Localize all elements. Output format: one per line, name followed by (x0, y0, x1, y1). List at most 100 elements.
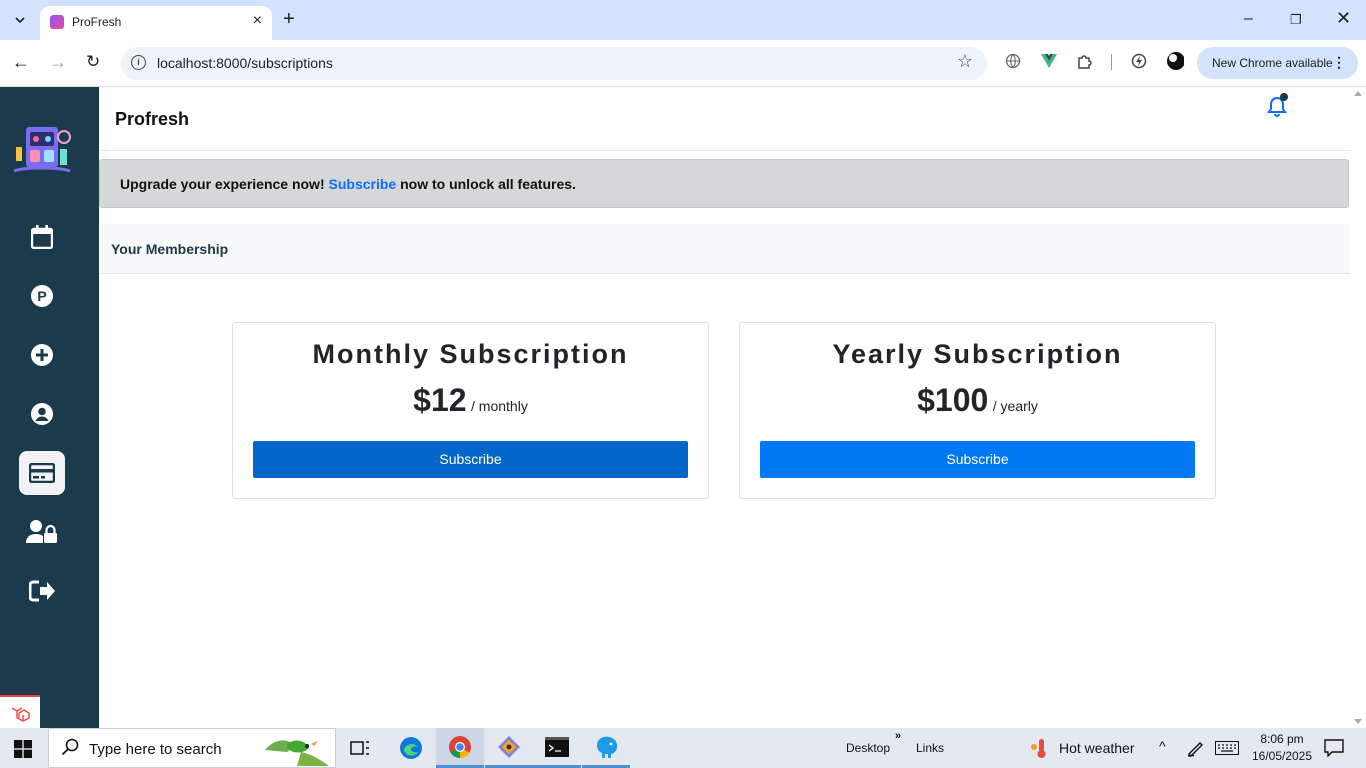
price-amount: $12 (413, 382, 467, 418)
toolbar-expand-chevron-icon[interactable]: » (895, 730, 901, 742)
price-period: / monthly (471, 398, 528, 414)
laravel-debug-tab[interactable] (0, 695, 40, 728)
logout-icon (29, 580, 55, 602)
plan-card-monthly: Monthly Subscription $12 / monthly Subsc… (232, 322, 709, 499)
pen-icon[interactable] (1186, 739, 1204, 757)
plan-price: $12 / monthly (233, 382, 708, 419)
desktop-toolbar-label[interactable]: Desktop (846, 741, 890, 755)
price-amount: $100 (917, 382, 989, 418)
chevron-down-icon (15, 17, 25, 23)
sidebar-item-security[interactable] (19, 510, 65, 554)
chrome-update-button[interactable]: New Chrome available ⋮ (1197, 47, 1358, 79)
scroll-down-arrow-icon[interactable] (1354, 719, 1362, 724)
plan-card-yearly: Yearly Subscription $100 / yearly Subscr… (739, 322, 1216, 499)
restore-button[interactable]: ❐ (1290, 12, 1302, 28)
subscribe-yearly-button[interactable]: Subscribe (760, 441, 1195, 478)
calendar-icon (31, 225, 53, 249)
task-view-button[interactable] (336, 728, 384, 768)
page-title: Profresh (115, 109, 190, 129)
credit-card-icon (29, 463, 55, 483)
app-logo[interactable] (12, 123, 72, 179)
close-tab-icon[interactable]: × (253, 12, 262, 30)
chrome-icon (449, 735, 471, 758)
plan-name: Yearly Subscription (832, 339, 1123, 369)
user-circle-icon (31, 403, 53, 425)
windows-taskbar: Type here to search Desktop » Links Hot … (0, 728, 1366, 768)
browser-tab[interactable]: ProFresh × (40, 6, 272, 40)
browser-tab-strip: ProFresh × + – ❐ ✕ (0, 0, 1366, 40)
tab-title: ProFresh (72, 15, 122, 29)
thermometer-icon[interactable] (1028, 737, 1050, 759)
git-client-icon (498, 735, 520, 758)
elephant-db-icon (597, 736, 618, 758)
upgrade-alert: Upgrade your experience now! Subscribe n… (99, 159, 1349, 208)
site-favicon-icon (50, 15, 64, 29)
edge-taskbar-app[interactable] (387, 728, 435, 768)
subscribe-monthly-button[interactable]: Subscribe (253, 441, 688, 478)
scroll-up-arrow-icon[interactable] (1354, 91, 1362, 96)
subscribe-link[interactable]: Subscribe (329, 176, 397, 192)
site-info-icon[interactable]: i (131, 55, 146, 70)
alert-text-prefix: Upgrade your experience now! (120, 176, 325, 192)
svg-text:P: P (37, 288, 46, 304)
translate-globe-icon[interactable] (1004, 52, 1022, 70)
sidebar-item-add[interactable] (19, 333, 65, 377)
header-divider (99, 150, 1350, 151)
browser-toolbar: ← → ↻ i localhost:8000/subscriptions ☆ (0, 40, 1366, 87)
sidebar: P (0, 87, 99, 728)
menu-dots-icon[interactable]: ⋮ (1332, 54, 1346, 71)
new-tab-button[interactable]: + (283, 8, 295, 31)
search-icon (61, 738, 79, 761)
weather-label[interactable]: Hot weather (1059, 740, 1134, 756)
bookmark-star-icon[interactable]: ☆ (957, 51, 973, 72)
notifications-button[interactable] (1267, 93, 1291, 119)
system-clock[interactable]: 8:06 pm 16/05/2025 (1246, 731, 1318, 765)
search-placeholder: Type here to search (89, 741, 222, 758)
address-bar[interactable]: i localhost:8000/subscriptions ☆ (121, 47, 987, 80)
section-header: Your Membership (99, 224, 1350, 274)
reload-button[interactable]: ↻ (86, 52, 100, 72)
sidebar-item-profile[interactable] (19, 392, 65, 436)
sidebar-item-parking[interactable]: P (19, 274, 65, 318)
add-circle-icon (31, 344, 53, 366)
clock-time: 8:06 pm (1260, 732, 1304, 746)
toolbar-divider (1111, 54, 1112, 70)
terminal-taskbar-app[interactable] (533, 728, 581, 768)
tray-expand-icon[interactable]: ^ (1159, 738, 1166, 754)
chrome-taskbar-app[interactable] (436, 728, 484, 768)
user-lock-icon (26, 520, 57, 543)
clock-date: 16/05/2025 (1251, 749, 1313, 763)
database-taskbar-app[interactable] (582, 728, 630, 768)
main-content: Profresh Upgrade your experience now! Su… (99, 87, 1350, 728)
taskbar-search-box[interactable]: Type here to search (48, 728, 336, 768)
notification-center-icon[interactable] (1324, 739, 1344, 757)
edge-icon (400, 737, 422, 759)
alert-text-suffix: now to unlock all features. (400, 176, 576, 192)
links-toolbar-label[interactable]: Links (916, 741, 944, 755)
search-highlight-parrot-icon (265, 740, 329, 766)
vue-devtools-icon[interactable] (1040, 52, 1058, 70)
plan-name: Monthly Subscription (312, 339, 629, 369)
back-button[interactable]: ← (12, 52, 30, 73)
sidebar-item-subscriptions[interactable] (19, 451, 65, 495)
profile-avatar[interactable] (1166, 52, 1184, 70)
laravel-icon (11, 706, 30, 722)
update-label: New Chrome available (1212, 56, 1333, 70)
sidebar-item-logout[interactable] (19, 569, 65, 613)
extensions-puzzle-icon[interactable] (1076, 52, 1094, 70)
windows-start-icon[interactable] (14, 740, 32, 758)
task-view-icon (350, 741, 369, 755)
forward-button[interactable]: → (49, 52, 67, 73)
page-scrollbar[interactable] (1350, 87, 1366, 728)
tab-search-button[interactable] (6, 8, 34, 32)
price-period: / yearly (992, 398, 1038, 414)
bell-icon (1267, 93, 1288, 117)
close-window-button[interactable]: ✕ (1336, 8, 1351, 29)
minimize-button[interactable]: – (1244, 10, 1253, 28)
git-taskbar-app[interactable] (485, 728, 533, 768)
url-text: localhost:8000/subscriptions (157, 55, 333, 71)
sidebar-item-calendar[interactable] (19, 215, 65, 259)
performance-icon[interactable] (1130, 52, 1148, 70)
keyboard-icon[interactable] (1215, 741, 1239, 755)
plan-price: $100 / yearly (740, 382, 1215, 419)
